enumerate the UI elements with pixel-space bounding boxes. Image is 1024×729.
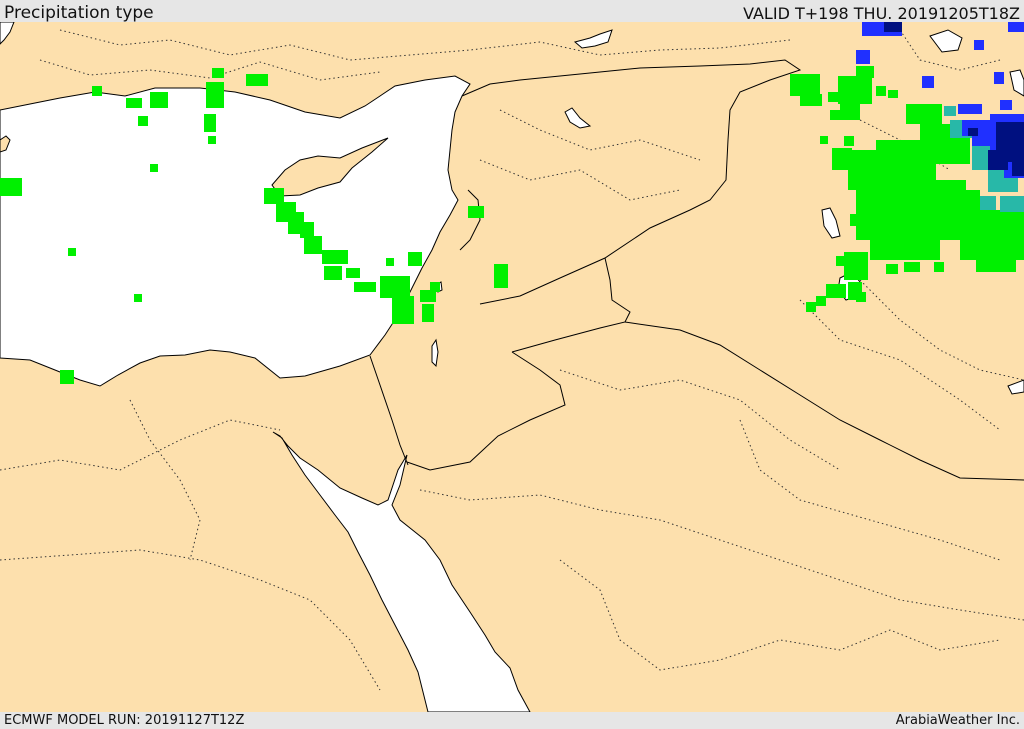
precipitation-map	[0, 22, 1024, 712]
credit: ArabiaWeather Inc.	[895, 713, 1020, 728]
map-title: Precipitation type	[4, 3, 154, 23]
model-run: ECMWF MODEL RUN: 20191127T12Z	[4, 713, 245, 728]
valid-time: VALID T+198 THU. 20191205T18Z	[743, 4, 1020, 23]
bottom-bar: ECMWF MODEL RUN: 20191127T12Z ArabiaWeat…	[0, 712, 1024, 729]
top-bar: Precipitation type VALID T+198 THU. 2019…	[0, 0, 1024, 23]
